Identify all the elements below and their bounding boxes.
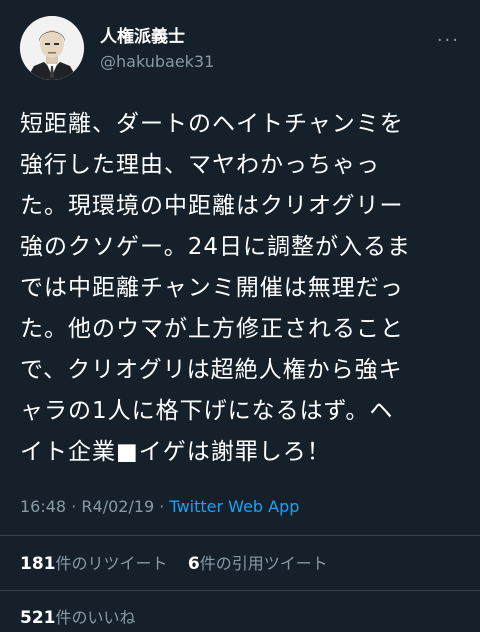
meta-separator: · [159,497,165,516]
tweet-header: 人権派義士 @hakubaek31 ··· [20,16,460,86]
quotes-link[interactable]: 6件の引用ツイート [187,554,328,574]
tweet-meta: 16:48 · R4/02/19 · Twitter Web App [20,497,299,516]
more-options-icon[interactable]: ··· [437,30,460,51]
source-app-link[interactable]: Twitter Web App [169,497,299,516]
divider [0,535,480,536]
divider [0,590,480,591]
user-handle[interactable]: @hakubaek31 [100,51,214,73]
engagement-stats: 181件のリツイート 6件の引用ツイート [20,550,328,574]
tweet-text: 短距離、ダートのヘイトチャンミを 強行した理由、マヤわかっちゃっ た。現環境の中… [20,111,412,465]
tweet-date[interactable]: R4/02/19 [81,497,154,516]
likes-link[interactable]: 521件のいいね [20,604,136,628]
avatar-portrait-icon [20,16,84,80]
retweets-label: 件のリツイート [55,554,168,573]
retweets-count: 181 [20,554,56,574]
quotes-count: 6 [187,554,200,574]
meta-separator: · [71,497,77,516]
retweets-link[interactable]: 181件のリツイート [20,554,168,574]
quotes-label: 件の引用ツイート [199,554,328,573]
display-name[interactable]: 人権派義士 [100,26,214,48]
likes-count: 521 [20,608,56,628]
likes-label: 件のいいね [55,608,136,627]
tweet-time[interactable]: 16:48 [20,497,66,516]
avatar[interactable] [20,16,84,80]
